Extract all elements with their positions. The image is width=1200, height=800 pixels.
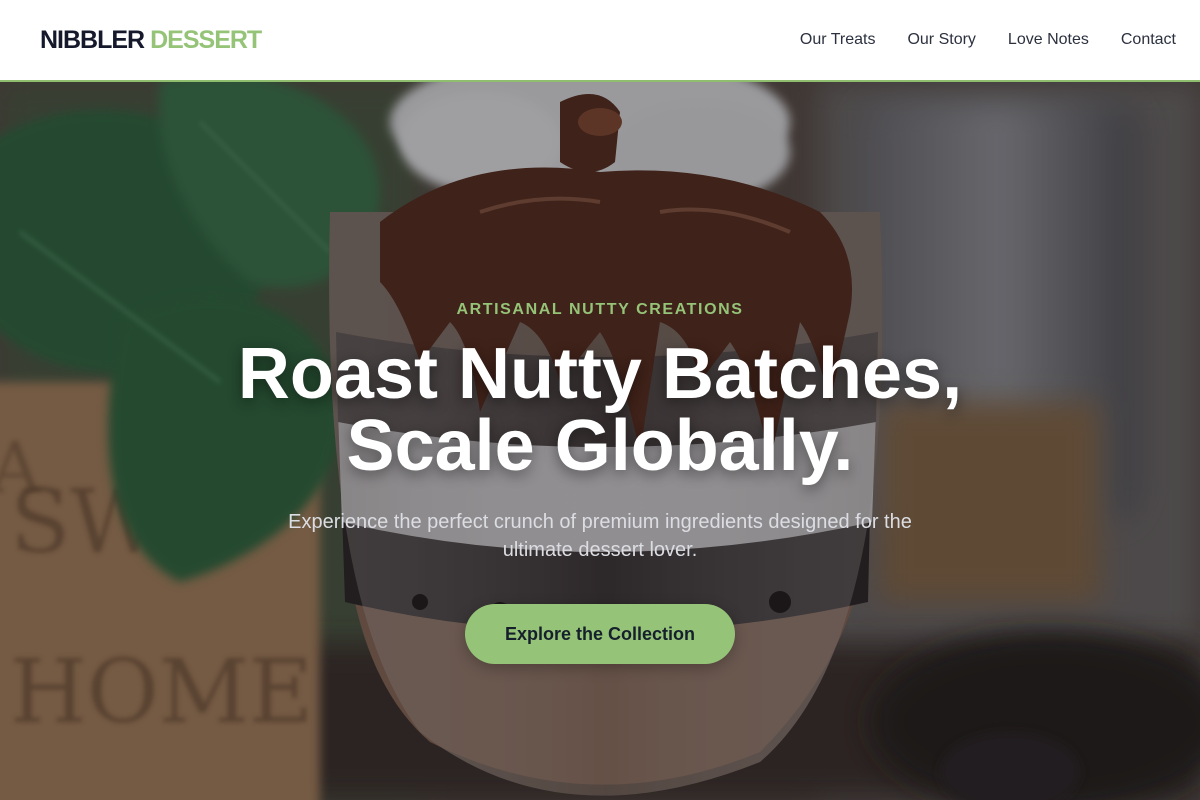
logo-accent-text: DESSERT — [150, 26, 262, 54]
nav-link-our-treats[interactable]: Our Treats — [800, 31, 876, 49]
hero-title-line-1: Roast Nutty Batches, — [237, 334, 963, 414]
hero-content: ARTISANAL NUTTY CREATIONS Roast Nutty Ba… — [0, 82, 1200, 800]
hero-subtitle-line-1: Experience the perfect crunch of premium… — [288, 511, 912, 533]
site-logo[interactable]: NIBBLER DESSERT — [40, 24, 262, 56]
hero-subtitle: Experience the perfect crunch of premium… — [270, 508, 930, 564]
main-nav: Our Treats Our Story Love Notes Contact — [800, 0, 1176, 80]
logo-primary-text: NIBBLER — [40, 26, 145, 54]
nav-link-love-notes[interactable]: Love Notes — [1008, 31, 1089, 49]
nav-link-contact[interactable]: Contact — [1121, 31, 1176, 49]
hero-title-line-2: Scale Globally. — [346, 406, 854, 486]
nav-link-our-story[interactable]: Our Story — [907, 31, 975, 49]
hero-section: SWE HOME A ARTISANAL NUTTY CREATIONS Roa… — [0, 82, 1200, 800]
hero-title: Roast Nutty Batches, Scale Globally. — [150, 338, 1050, 482]
explore-collection-button[interactable]: Explore the Collection — [465, 604, 735, 664]
hero-kicker: ARTISANAL NUTTY CREATIONS — [456, 301, 744, 318]
hero-subtitle-line-2: ultimate dessert lover. — [502, 539, 698, 561]
site-header: NIBBLER DESSERT Our Treats Our Story Love… — [0, 0, 1200, 82]
